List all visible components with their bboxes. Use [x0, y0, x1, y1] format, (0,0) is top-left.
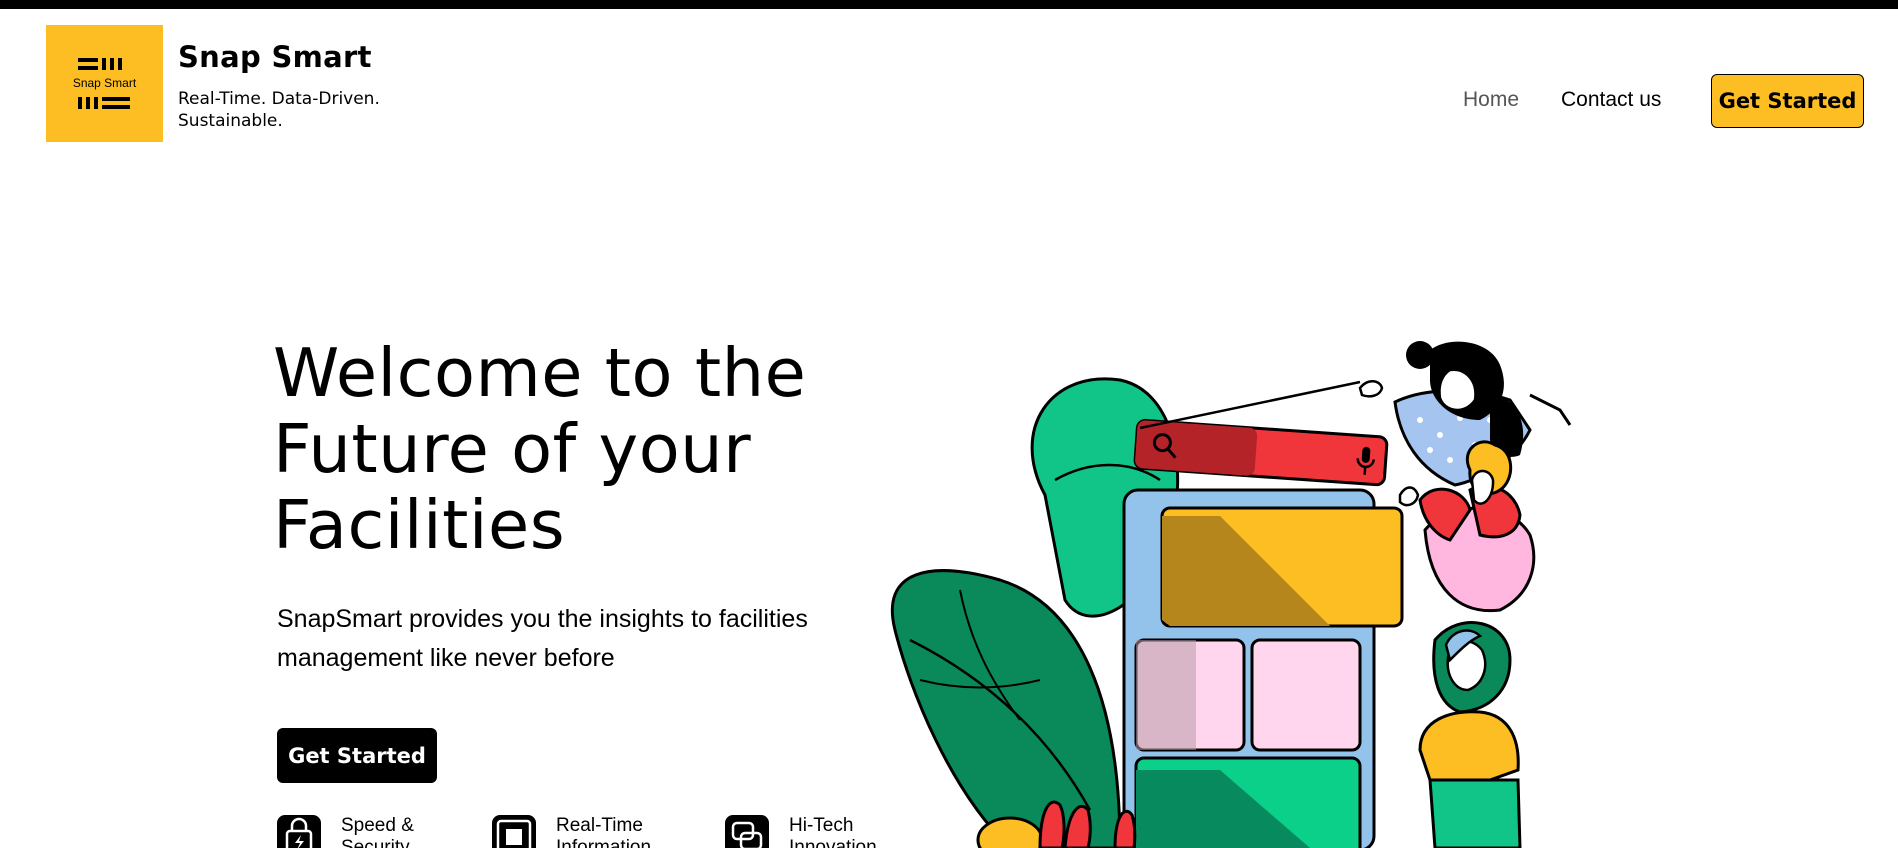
person-bottom: [1418, 621, 1522, 848]
hero-illustration: [890, 341, 1572, 848]
logo[interactable]: Snap Smart: [46, 25, 163, 142]
nav-contact-link[interactable]: Contact us: [1561, 88, 1661, 112]
monitor-icon: [492, 815, 536, 848]
header-get-started-button[interactable]: Get Started: [1711, 74, 1864, 128]
logo-text: Snap Smart: [72, 76, 137, 90]
top-border: [0, 0, 1898, 9]
hero-get-started-button[interactable]: Get Started: [277, 728, 437, 783]
feature-hi-tech: Hi-Tech Innovation: [725, 815, 899, 848]
hero-title: Welcome to the Future of your Facilities: [273, 334, 807, 564]
chat-layers-icon: [725, 815, 769, 848]
feature-real-time: Real-Time Information: [492, 815, 666, 848]
feature-label: Real-Time Information: [556, 815, 652, 848]
feature-speed-security: Speed & Security: [277, 815, 451, 848]
feature-label: Speed & Security: [341, 815, 414, 848]
pink-tile: [1250, 638, 1362, 752]
brand-name[interactable]: Snap Smart: [178, 40, 372, 74]
hero-description: SnapSmart provides you the insights to f…: [277, 605, 808, 672]
nav-home-link[interactable]: Home: [1463, 88, 1519, 112]
lock-bolt-icon: [277, 815, 321, 848]
feature-label: Hi-Tech Innovation: [789, 815, 877, 848]
brand-tagline: Real-Time. Data-Driven. Sustainable.: [178, 89, 380, 131]
person-top: [1358, 341, 1572, 487]
